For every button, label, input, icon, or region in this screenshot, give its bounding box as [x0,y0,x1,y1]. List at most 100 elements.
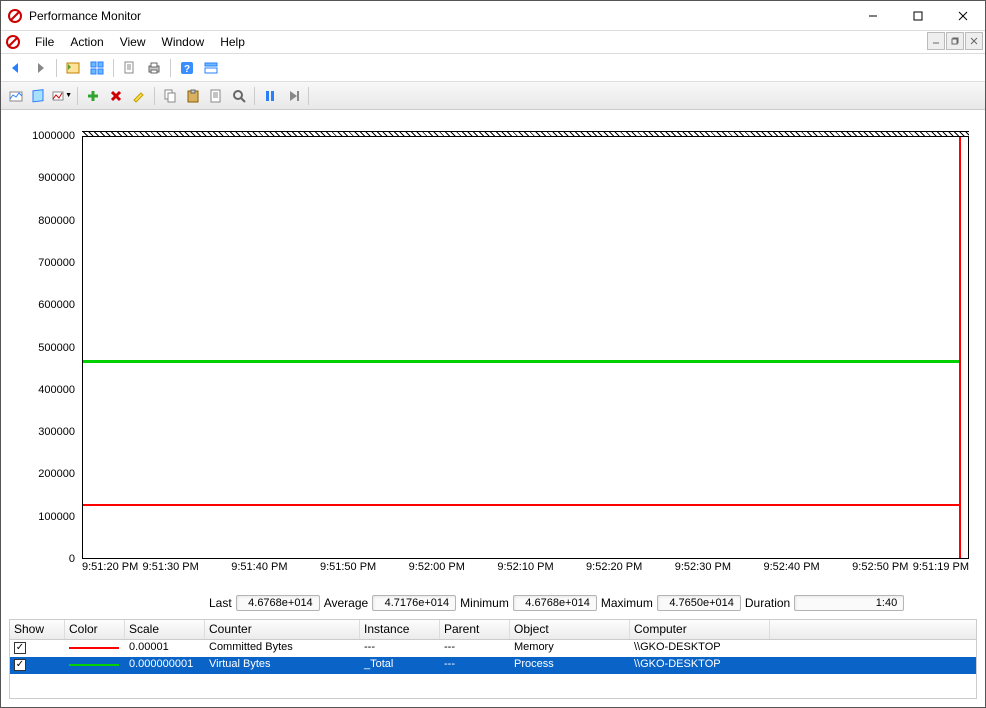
highlight-button[interactable] [128,85,150,107]
menu-action[interactable]: Action [62,33,111,51]
separator [170,59,171,77]
instance-cell: --- [360,640,440,657]
mdi-close-button[interactable] [965,32,983,50]
chart-area[interactable]: 0100000200000300000400000500000600000700… [9,118,977,591]
y-tick-label: 0 [69,553,75,565]
x-tick-label: 9:51:30 PM [143,561,199,573]
plot[interactable] [82,136,969,559]
update-button[interactable] [282,85,304,107]
dur-value: 1:40 [794,595,904,611]
instance-cell: _Total [360,657,440,674]
parent-cell: --- [440,657,510,674]
menu-file[interactable]: File [27,33,62,51]
max-label: Maximum [601,596,653,610]
counter-cell: Virtual Bytes [205,657,360,674]
min-value: 4.6768e+014 [513,595,597,611]
col-computer[interactable]: Computer [630,620,770,639]
app-window: Performance Monitor File Action View Win… [0,0,986,708]
back-button[interactable] [5,57,27,79]
table-row[interactable]: 0.00001Committed Bytes------Memory\\GKO-… [10,640,976,657]
col-parent[interactable]: Parent [440,620,510,639]
chevron-down-icon: ▼ [65,92,72,99]
y-tick-label: 1000000 [32,130,75,142]
view-current-button[interactable] [5,85,27,107]
window-title: Performance Monitor [29,9,850,23]
separator [113,59,114,77]
col-color[interactable]: Color [65,620,125,639]
separator [154,87,155,105]
x-tick-label: 9:52:50 PM [852,561,908,573]
x-tick-label: 9:51:40 PM [231,561,287,573]
properties2-button[interactable] [205,85,227,107]
separator [254,87,255,105]
y-tick-label: 500000 [38,342,75,354]
x-tick-label: 9:52:40 PM [763,561,819,573]
last-value: 4.6768e+014 [236,595,320,611]
stats-row: Last 4.6768e+014 Average 4.7176e+014 Min… [9,591,977,615]
show-checkbox[interactable] [14,659,26,671]
mdi-minimize-button[interactable] [927,32,945,50]
svg-text:?: ? [184,64,190,75]
menu-help[interactable]: Help [212,33,253,51]
zoom-button[interactable] [228,85,250,107]
menu-window[interactable]: Window [154,33,213,51]
y-axis-labels: 0100000200000300000400000500000600000700… [9,136,79,559]
close-button[interactable] [940,1,985,30]
color-swatch [69,664,119,666]
mmc-toolbar: ? [1,54,985,82]
add-counter-button[interactable] [82,85,104,107]
x-axis-labels: 9:51:20 PM9:51:30 PM9:51:40 PM9:51:50 PM… [82,561,969,589]
mdi-restore-button[interactable] [946,32,964,50]
y-tick-label: 300000 [38,426,75,438]
scale-cell: 0.00001 [125,640,205,657]
properties-button[interactable] [86,57,108,79]
avg-label: Average [324,596,368,610]
perfmon-icon [7,8,23,24]
graph-type-button[interactable]: ▼ [51,85,73,107]
timebar-hatch [82,131,969,137]
export-button[interactable] [119,57,141,79]
y-tick-label: 400000 [38,384,75,396]
titlebar: Performance Monitor [1,1,985,31]
window-controls [850,1,985,30]
y-tick-label: 100000 [38,511,75,523]
print-button[interactable] [143,57,165,79]
counter-grid: Show Color Scale Counter Instance Parent… [9,619,977,699]
separator [308,87,309,105]
x-tick-label: 9:52:20 PM [586,561,642,573]
show-checkbox[interactable] [14,642,26,654]
y-tick-label: 800000 [38,215,75,227]
maximize-button[interactable] [895,1,940,30]
view-log-button[interactable] [28,85,50,107]
series-virtual-bytes [83,360,960,363]
col-counter[interactable]: Counter [205,620,360,639]
y-tick-label: 200000 [38,468,75,480]
counter-cell: Committed Bytes [205,640,360,657]
show-hide-tree-button[interactable] [62,57,84,79]
col-show[interactable]: Show [10,620,65,639]
x-tick-label: 9:51:19 PM [913,561,969,573]
perfmon-toolbar: ▼ [1,82,985,110]
table-row[interactable]: 0.000000001Virtual Bytes_Total---Process… [10,657,976,674]
object-cell: Process [510,657,630,674]
object-cell: Memory [510,640,630,657]
menu-view[interactable]: View [112,33,154,51]
col-instance[interactable]: Instance [360,620,440,639]
x-tick-label: 9:52:30 PM [675,561,731,573]
x-tick-label: 9:52:10 PM [497,561,553,573]
help-button[interactable]: ? [176,57,198,79]
last-label: Last [209,596,232,610]
forward-button[interactable] [29,57,51,79]
minimize-button[interactable] [850,1,895,30]
separator [77,87,78,105]
x-tick-label: 9:51:50 PM [320,561,376,573]
freeze-button[interactable] [259,85,281,107]
col-object[interactable]: Object [510,620,630,639]
y-tick-label: 700000 [38,257,75,269]
copy-button[interactable] [159,85,181,107]
computer-cell: \\GKO-DESKTOP [630,657,770,674]
col-scale[interactable]: Scale [125,620,205,639]
view-button[interactable] [200,57,222,79]
paste-button[interactable] [182,85,204,107]
delete-counter-button[interactable] [105,85,127,107]
